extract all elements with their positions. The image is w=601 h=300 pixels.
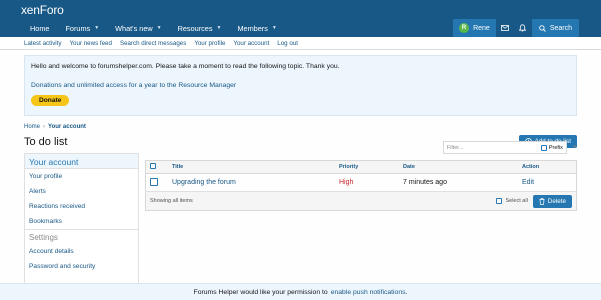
row-select-cell xyxy=(146,177,172,188)
column-priority[interactable]: Priority xyxy=(339,164,403,170)
search-button[interactable]: Search xyxy=(531,19,579,37)
row-checkbox[interactable] xyxy=(150,177,158,186)
account-username: Rene xyxy=(473,24,490,32)
delete-label: Delete xyxy=(547,197,566,205)
sidebar-item-account-details[interactable]: Account details xyxy=(25,244,138,259)
logo-text-b: Foro xyxy=(39,2,64,17)
notice-banner: Hello and welcome to forumshelper.com. P… xyxy=(24,55,577,116)
donate-button[interactable]: Donate xyxy=(31,95,70,106)
nav-resources[interactable]: Resources ▼ xyxy=(170,19,230,37)
chevron-down-icon[interactable]: ▼ xyxy=(94,25,99,31)
prefix-toggle[interactable]: Prefix xyxy=(540,144,563,151)
nav-right-group: R Rene Search xyxy=(453,19,601,37)
nav-members[interactable]: Members ▼ xyxy=(229,19,284,37)
prefix-checkbox[interactable] xyxy=(540,144,547,151)
sidebar-item-password-security[interactable]: Password and security xyxy=(25,259,138,274)
column-date[interactable]: Date xyxy=(403,164,522,170)
row-title-link[interactable]: Upgrading the forum xyxy=(172,179,339,186)
nav-members-label: Members xyxy=(237,23,268,33)
delete-button[interactable]: Delete xyxy=(532,194,572,208)
nav-home-label: Home xyxy=(30,23,50,33)
sub-navigation: Latest activity Your news feed Search di… xyxy=(0,37,601,50)
page-body: Hello and welcome to forumshelper.com. P… xyxy=(0,55,601,293)
push-text: Forums Helper would like your permission… xyxy=(193,288,328,296)
sidebar-section-settings: Settings xyxy=(25,229,138,244)
chevron-down-icon[interactable]: ▼ xyxy=(157,25,162,31)
subnav-log-out[interactable]: Log out xyxy=(277,40,298,47)
inbox-icon[interactable] xyxy=(496,19,514,37)
filter-input[interactable]: Filter... Prefix xyxy=(442,141,567,154)
main-navigation: Home Forums ▼ What's new ▼ Resources ▼ Memb… xyxy=(0,19,601,37)
chevron-down-icon[interactable]: ▼ xyxy=(217,25,222,31)
nav-resources-label: Resources xyxy=(177,23,213,33)
subnav-search-messages[interactable]: Search direct messages xyxy=(120,40,186,47)
subnav-your-profile[interactable]: Your profile xyxy=(194,40,225,47)
header-select-cell xyxy=(146,163,172,171)
main-content: Filter... Prefix × Title Priority Date A… xyxy=(145,141,577,293)
nav-forums-label: Forums xyxy=(65,23,91,33)
push-suffix: . xyxy=(405,288,408,296)
sidebar-item-alerts[interactable]: Alerts xyxy=(25,184,138,199)
breadcrumb: Home › Your account xyxy=(24,124,577,130)
sidebar-item-your-profile[interactable]: Your profile xyxy=(25,169,138,184)
subnav-latest-activity[interactable]: Latest activity xyxy=(24,40,62,47)
donation-link[interactable]: Donations and unlimited access for a yea… xyxy=(31,82,570,89)
breadcrumb-home[interactable]: Home xyxy=(24,124,40,130)
close-icon[interactable]: × xyxy=(573,144,577,151)
select-all-checkbox[interactable] xyxy=(496,198,503,204)
row-priority: High xyxy=(339,179,354,186)
breadcrumb-separator-icon: › xyxy=(43,124,46,130)
table-row: Upgrading the forum High 7 minutes ago E… xyxy=(146,174,576,192)
subnav-news-feed[interactable]: Your news feed xyxy=(70,40,112,47)
row-edit-link[interactable]: Edit xyxy=(522,179,576,186)
column-title[interactable]: Title xyxy=(172,164,339,170)
nav-whats-new-label: What's new xyxy=(115,23,153,33)
table-header: Title Priority Date Action xyxy=(146,161,576,174)
subnav-your-account[interactable]: Your account xyxy=(233,40,269,47)
site-logo[interactable]: xenForo xyxy=(21,3,64,17)
nav-home[interactable]: Home xyxy=(22,19,58,37)
select-all-toggle[interactable]: Select all xyxy=(496,198,528,204)
account-menu[interactable]: R Rene xyxy=(453,19,496,37)
nav-forums[interactable]: Forums ▼ xyxy=(57,19,107,37)
bell-icon[interactable] xyxy=(514,19,532,37)
trash-icon xyxy=(539,197,545,205)
breadcrumb-current[interactable]: Your account xyxy=(48,124,86,130)
notice-welcome-text: Hello and welcome to forumshelper.com. P… xyxy=(31,63,340,70)
header-checkbox[interactable] xyxy=(150,163,156,169)
prefix-label: Prefix xyxy=(548,144,563,151)
todo-table: Title Priority Date Action Upgrading the… xyxy=(145,160,577,211)
filter-placeholder: Filter... xyxy=(446,144,464,151)
sidebar-item-bookmarks[interactable]: Bookmarks xyxy=(25,214,138,229)
column-action: Action xyxy=(522,164,540,170)
search-icon xyxy=(539,24,546,32)
sidebar-heading[interactable]: Your account xyxy=(25,154,138,169)
content-layout: Your account Your profile Alerts Reactio… xyxy=(24,141,577,293)
search-label: Search xyxy=(549,24,572,32)
logo-text-a: xen xyxy=(21,2,40,17)
push-notification-bar: Forums Helper would like your permission… xyxy=(0,283,601,300)
row-date: 7 minutes ago xyxy=(403,179,447,186)
site-header: xenForo xyxy=(0,0,601,19)
filter-row: Filter... Prefix × xyxy=(145,141,577,154)
chevron-down-icon[interactable]: ▼ xyxy=(272,25,277,31)
avatar: R xyxy=(459,23,470,33)
page-title: To do list xyxy=(24,135,68,148)
select-all-label: Select all xyxy=(505,198,528,204)
table-footer: Showing all items Select all Delete xyxy=(146,192,576,210)
sidebar-item-reactions[interactable]: Reactions received xyxy=(25,199,138,214)
nav-whats-new[interactable]: What's new ▼ xyxy=(107,19,169,37)
account-sidebar: Your account Your profile Alerts Reactio… xyxy=(24,153,139,293)
showing-items-text: Showing all items xyxy=(150,198,193,204)
enable-push-link[interactable]: enable push notifications xyxy=(331,289,406,296)
